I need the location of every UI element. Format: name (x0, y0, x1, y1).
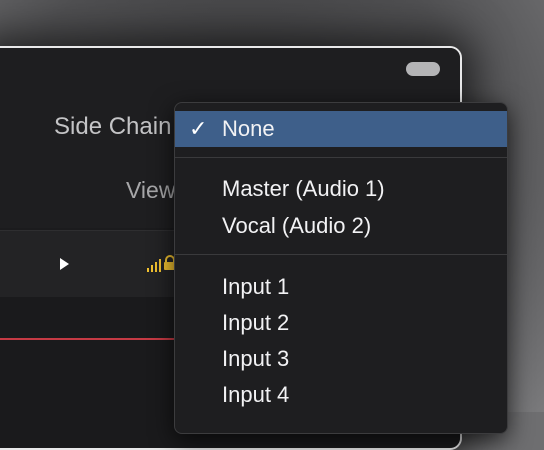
menu-item-master-audio-1[interactable]: Master (Audio 1) (175, 171, 507, 207)
menu-item-input-2[interactable]: Input 2 (175, 305, 507, 341)
menu-item-input-3[interactable]: Input 3 (175, 341, 507, 377)
menu-item-label: Input 4 (222, 382, 290, 407)
play-icon[interactable] (57, 256, 71, 272)
menu-item-input-4[interactable]: Input 4 (175, 377, 507, 413)
menu-separator (175, 157, 507, 158)
side-chain-dropdown-menu: ✓ None Master (Audio 1) Vocal (Audio 2) … (174, 102, 508, 434)
side-chain-label: Side Chain (54, 113, 172, 140)
menu-item-vocal-audio-2[interactable]: Vocal (Audio 2) (175, 208, 507, 244)
menu-item-label: Input 2 (222, 310, 290, 335)
menu-item-label: Input 3 (222, 346, 290, 371)
menu-item-label: Input 1 (222, 274, 290, 299)
menu-separator (175, 254, 507, 255)
menu-item-label: Vocal (Audio 2) (222, 213, 372, 238)
menu-item-input-1[interactable]: Input 1 (175, 269, 507, 305)
checkmark-icon: ✓ (189, 116, 208, 141)
window-control-pill[interactable] (406, 62, 440, 76)
view-label: View (126, 177, 176, 203)
menu-item-label: None (222, 116, 275, 141)
playhead-line (0, 338, 182, 340)
menu-item-label: Master (Audio 1) (222, 176, 385, 201)
menu-item-none[interactable]: ✓ None (175, 111, 507, 147)
level-icon (147, 259, 161, 272)
